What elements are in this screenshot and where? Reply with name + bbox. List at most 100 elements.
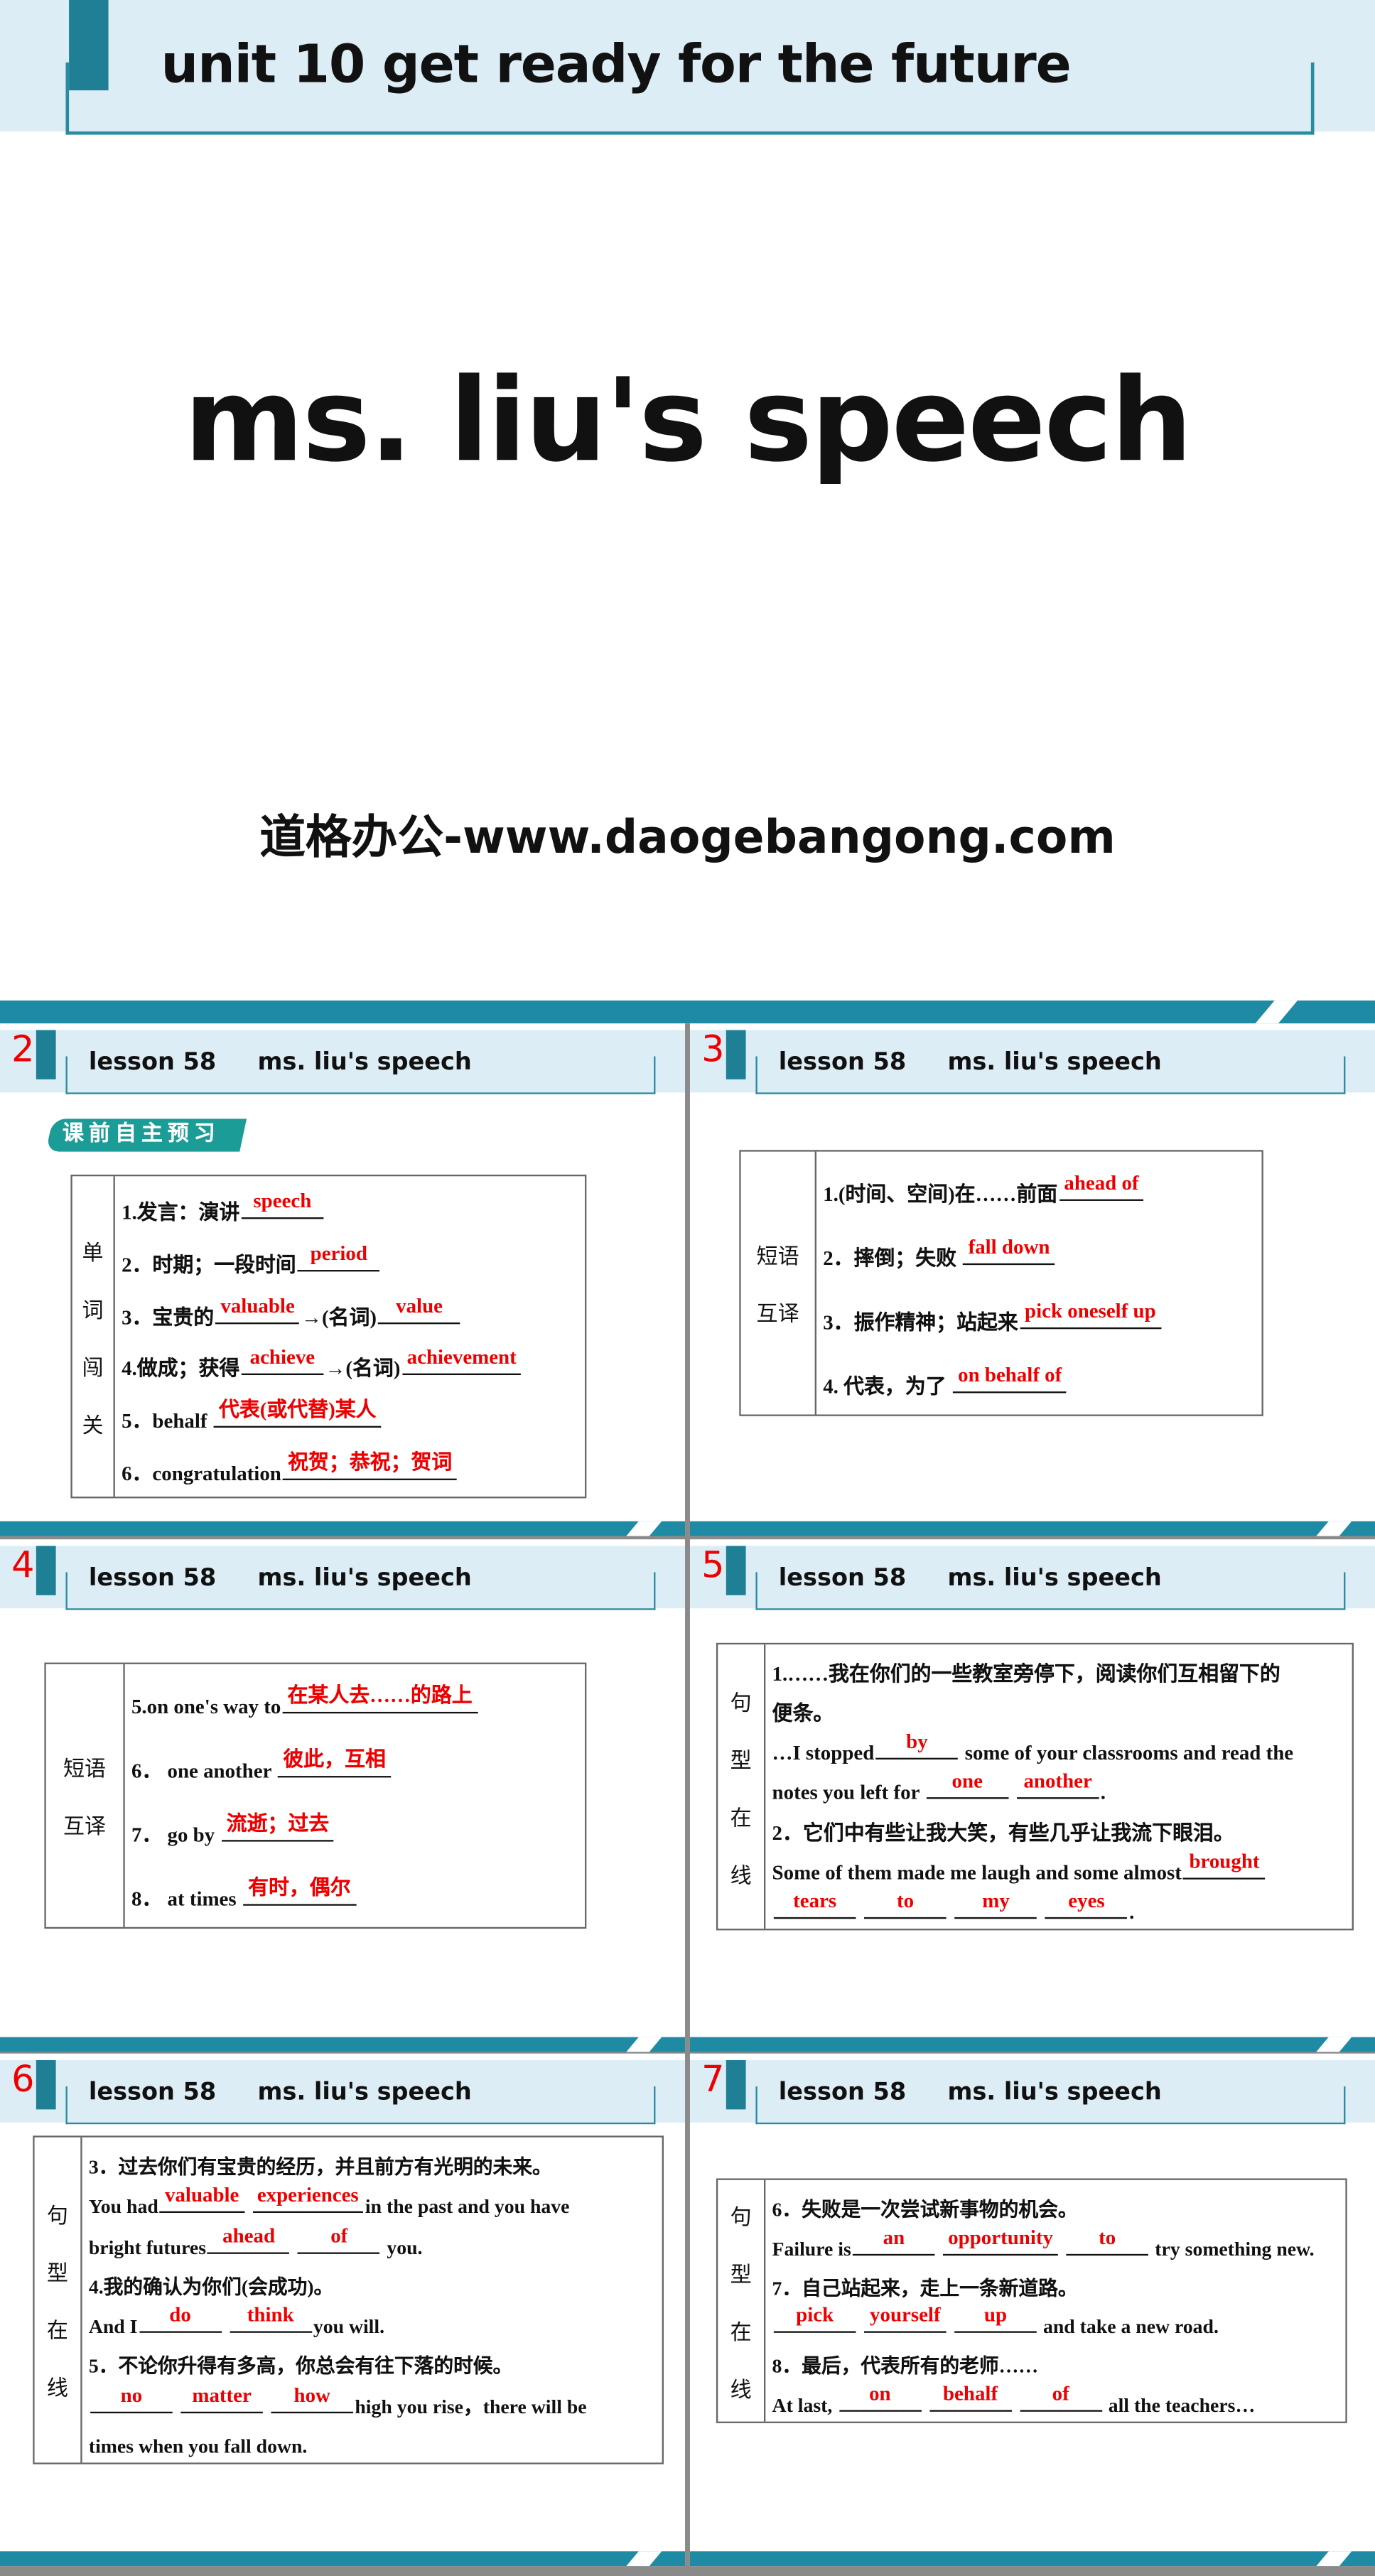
exercise-line: 8． at times 有时，偶尔有时，偶尔 — [131, 1875, 578, 1913]
slide-thumbnail[interactable]: 2 lesson 58 ms. liu's speech 课前自主预习单词闯关 1.发… — [0, 1023, 686, 1536]
answer-blank[interactable]: valuablevaluable — [160, 2184, 244, 2214]
answer-blank[interactable]: nono — [90, 2383, 173, 2413]
slide-header: lesson 58 ms. liu's speech — [89, 1050, 472, 1076]
cover-slide[interactable]: unit 10 get ready for the future ms. liu… — [0, 0, 1375, 1024]
slide-thumbnail[interactable]: 3 lesson 58 ms. liu's speech 短语 互译 1.(时间、空间)… — [689, 1023, 1375, 1536]
answer-text: ahead of — [1064, 1170, 1139, 1194]
answer-blank[interactable]: 彼此，互相彼此，互相 — [278, 1748, 391, 1777]
answer-blank[interactable]: experiencesexperiences — [252, 2184, 364, 2214]
lesson-label: lesson 58 — [88, 2079, 217, 2106]
answer-blank[interactable]: ahead ofahead of — [1059, 1170, 1144, 1200]
exercise-line: 5．不论你升得有多高，你总会有往下落的时候。 — [89, 2345, 656, 2381]
answer-text: pick — [796, 2304, 834, 2327]
exercise-table: 句型在线 3．过去你们有宝贵的经历，并且前方有光明的未来。 You had valua… — [33, 2135, 664, 2464]
answer-text: on behalf of — [958, 1362, 1062, 1386]
prompt-text: →(名词) — [301, 1305, 377, 1329]
answer-blank[interactable]: periodperiod — [298, 1241, 380, 1271]
answer-blank[interactable]: dodo — [139, 2305, 222, 2334]
answer-blank[interactable]: valuevalue — [378, 1295, 460, 1324]
answer-blank[interactable]: tearstears — [773, 1890, 856, 1919]
answer-blank[interactable]: toto — [1066, 2225, 1149, 2256]
answer-blank[interactable]: onon — [839, 2383, 922, 2412]
answer-text: brought — [1189, 1849, 1260, 1872]
table-side-label: 句型在线 — [718, 2179, 766, 2422]
prompt-text: 2．摔倒；失败 — [823, 1246, 962, 1269]
answer-blank[interactable]: achieveachieve — [241, 1347, 324, 1376]
answer-blank[interactable]: aheadahead — [207, 2225, 290, 2253]
answer-text: 有时，偶尔 — [248, 1875, 351, 1899]
table-side-label: 句型在线 — [35, 2137, 82, 2463]
slide-thumbnail[interactable]: 6 lesson 58 ms. liu's speech 句型在线 3．过去你们有宝贵… — [0, 2053, 686, 2567]
answer-blank[interactable]: 流逝；过去流逝；过去 — [221, 1811, 335, 1841]
slide-thumbnail[interactable]: 4 lesson 58 ms. liu's speech 短语 互译 5.on one'… — [0, 1539, 686, 2052]
slide-number: 7 — [701, 2060, 725, 2101]
answer-text: 流逝；过去 — [226, 1811, 330, 1835]
answer-blank[interactable]: opportunityopportunity — [943, 2226, 1058, 2256]
answer-text: speech — [253, 1189, 312, 1212]
answer-blank[interactable]: pick oneself uppick oneself up — [1020, 1300, 1161, 1329]
prompt-text — [174, 2395, 179, 2418]
answer-blank[interactable]: thinkthink — [229, 2305, 312, 2334]
answer-blank[interactable]: 在某人去……的路上在某人去……的路上 — [282, 1684, 478, 1713]
answer-blank[interactable]: mymy — [954, 1890, 1037, 1919]
exercise-table: 句型在线 1.……我在你们的一些教室旁停下，阅读你们互相留下的 便条。 …I stop… — [716, 1642, 1354, 1931]
prompt-text — [948, 1901, 953, 1924]
answer-blank[interactable]: speechspeech — [241, 1189, 324, 1219]
answer-text: eyes — [1068, 1889, 1105, 1912]
side-label-text: 关 — [82, 1413, 104, 1439]
answer-blank[interactable]: anotheranother — [1016, 1771, 1099, 1800]
answer-blank[interactable]: ofof — [298, 2225, 381, 2253]
answer-blank[interactable]: fall downfall down — [963, 1234, 1055, 1264]
answer-text: no — [120, 2383, 143, 2406]
answer-blank[interactable]: yourselfyourself — [864, 2305, 947, 2334]
answer-text: period — [310, 1241, 367, 1265]
answer-blank[interactable]: pickpick — [773, 2304, 856, 2334]
answer-blank[interactable]: upup — [954, 2305, 1037, 2334]
answer-blank[interactable]: eyeseyes — [1045, 1889, 1128, 1919]
answer-blank[interactable]: broughtbrought — [1183, 1849, 1266, 1880]
answer-blank[interactable]: 有时，偶尔有时，偶尔 — [243, 1875, 356, 1905]
exercise-line: 7．自己站起来，走上一条新道路。 — [772, 2266, 1339, 2302]
answer-text: to — [1099, 2225, 1116, 2249]
lesson-label: lesson 58 — [778, 1565, 907, 1593]
prompt-text — [291, 2236, 296, 2258]
answer-blank[interactable]: toto — [864, 1890, 947, 1919]
prompt-text: 6．congratulation — [122, 1462, 281, 1486]
answer-text: fall down — [968, 1234, 1050, 1258]
answer-blank[interactable]: mattermatter — [180, 2384, 263, 2413]
side-label-text: 闯 — [82, 1356, 104, 1381]
exercise-line: 1.(时间、空间)在……前面ahead ofahead of — [823, 1170, 1255, 1208]
slide-header: lesson 58 ms. liu's speech — [779, 1565, 1162, 1592]
answer-blank[interactable]: achievementachievement — [401, 1347, 522, 1376]
side-label-text: 型 — [730, 1748, 752, 1774]
answer-blank[interactable]: on behalf ofon behalf of — [953, 1362, 1067, 1393]
prompt-text: notes you left for — [772, 1782, 925, 1805]
answer-blank[interactable]: howhow — [271, 2384, 354, 2413]
side-label-text: 线 — [730, 2378, 752, 2403]
exercise-line: You hadvaluablevaluable experiencesexper… — [89, 2184, 656, 2222]
exercise-line: nono mattermatter howhowhigh you rise，th… — [89, 2383, 656, 2421]
answer-blank[interactable]: byby — [875, 1731, 959, 1760]
answer-blank[interactable]: valuablevaluable — [215, 1295, 300, 1324]
prompt-text: 6． one another — [131, 1758, 277, 1782]
answer-blank[interactable]: ofof — [1019, 2383, 1102, 2412]
slide-thumbnail[interactable]: 7 lesson 58 ms. liu's speech 句型在线 6．失败是一次尝试… — [689, 2053, 1375, 2567]
prompt-text: all the teachers… — [1103, 2393, 1256, 2417]
prompt-text: bright futures — [88, 2235, 207, 2258]
side-label-text: 在 — [730, 1806, 752, 1831]
footer-bar — [0, 1521, 686, 1536]
prompt-text: try something new. — [1150, 2237, 1315, 2260]
exercise-line: 1.……我在你们的一些教室旁停下，阅读你们互相留下的 — [772, 1653, 1346, 1689]
answer-blank[interactable]: behalfbehalf — [929, 2383, 1012, 2412]
answer-blank[interactable]: 祝贺；恭祝；贺词祝贺；恭祝；贺词 — [283, 1452, 458, 1481]
answer-blank[interactable]: oneone — [926, 1771, 1009, 1800]
exercise-line: Some of them made me laugh and some almo… — [772, 1849, 1346, 1887]
answer-blank[interactable]: 代表(或代替)某人代表(或代替)某人 — [214, 1399, 382, 1428]
prompt-text — [858, 2315, 863, 2338]
answer-blank[interactable]: anan — [853, 2226, 935, 2256]
prompt-text: 1.(时间、空间)在……前面 — [823, 1182, 1058, 1205]
exercise-line: notes you left for oneone anotheranother… — [772, 1771, 1346, 1808]
side-label-text: 线 — [730, 1863, 752, 1889]
slide-thumbnail[interactable]: 5 lesson 58 ms. liu's speech 句型在线 1.……我在你们的… — [689, 1539, 1375, 2052]
side-label-text: 型 — [46, 2262, 68, 2287]
